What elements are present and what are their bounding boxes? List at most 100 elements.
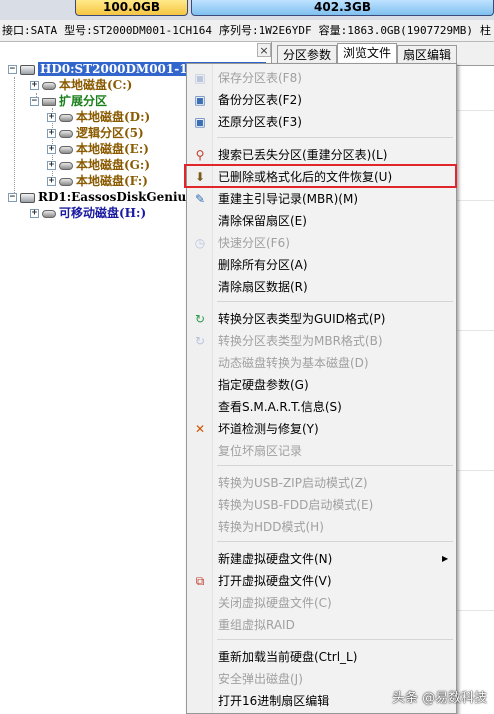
expand-icon[interactable]: + <box>30 209 39 218</box>
partition-segment-2[interactable]: 402.3GB <box>191 0 494 16</box>
menu-item-label: 打开16进制扇区编辑 <box>218 694 330 708</box>
menu-item-bad-sector-repair[interactable]: ✕ 坏道检测与修复(Y) <box>187 418 456 440</box>
menu-item-clear-sector-data[interactable]: 清除扇区数据(R) <box>187 276 456 298</box>
menu-item-search-lost-partitions[interactable]: ⚲ 搜索已丢失分区(重建分区表)(L) <box>187 144 456 166</box>
expand-icon[interactable]: + <box>47 113 56 122</box>
menu-item-label: 转换分区表类型为GUID格式(P) <box>218 312 386 326</box>
menu-item-label: 指定硬盘参数(G) <box>218 378 309 392</box>
menu-item-label: 搜索已丢失分区(重建分区表)(L) <box>218 148 388 162</box>
disk-model: 型号:ST2000DM001-1CH164 <box>64 24 212 37</box>
tree-connector <box>14 77 15 197</box>
menu-item-backup-partition-table[interactable]: ▣ 备份分区表(F2) <box>187 89 456 111</box>
backup-icon: ▣ <box>194 93 206 107</box>
menu-item-label: 转换分区表类型为MBR格式(B) <box>218 334 383 348</box>
menu-separator <box>217 137 453 138</box>
menu-item-label: 查看S.M.A.R.T.信息(S) <box>218 400 342 414</box>
edit-icon: ✎ <box>194 192 206 206</box>
menu-item-dynamic-to-basic: 动态磁盘转换为基本磁盘(D) <box>187 352 456 374</box>
convert-icon: ↻ <box>194 312 206 326</box>
partition-bar: 100.0GB 402.3GB <box>0 0 494 20</box>
volume-icon <box>42 81 56 90</box>
menu-separator <box>217 639 453 640</box>
clock-icon: ◷ <box>194 236 206 250</box>
watermark: 头条 @易数科技 <box>392 691 488 706</box>
volume-icon <box>59 113 73 122</box>
menu-item-clear-reserved-sectors[interactable]: 清除保留扇区(E) <box>187 210 456 232</box>
tools-icon: ✕ <box>194 422 206 436</box>
menu-item-reset-bad-sector-record: 复位坏扇区记录 <box>187 440 456 462</box>
collapse-icon[interactable]: − <box>8 65 17 74</box>
tree-label: 本地磁盘(F:) <box>76 174 148 188</box>
menu-item-rebuild-virtual-raid: 重组虚拟RAID <box>187 614 456 636</box>
menu-item-reload-current-disk[interactable]: 重新加载当前硬盘(Ctrl_L) <box>187 646 456 668</box>
menu-item-delete-all-partitions[interactable]: 删除所有分区(A) <box>187 254 456 276</box>
context-menu: ▣ 保存分区表(F8) ▣ 备份分区表(F2) ▣ 还原分区表(F3) ⚲ 搜索已丢失分区(重… <box>186 63 457 714</box>
expand-icon[interactable]: + <box>30 81 39 90</box>
row-divider <box>456 200 494 201</box>
tree-label: 本地磁盘(C:) <box>59 78 133 92</box>
menu-item-convert-usb-zip: 转换为USB-ZIP启动模式(Z) <box>187 472 456 494</box>
menu-item-view-smart-info[interactable]: 查看S.M.A.R.T.信息(S) <box>187 396 456 418</box>
menu-item-label: 重组虚拟RAID <box>218 618 295 632</box>
menu-item-label: 清除扇区数据(R) <box>218 280 308 294</box>
menu-item-label: 保存分区表(F8) <box>218 71 302 85</box>
disk-capacity: 容量:1863.0GB(1907729MB) <box>318 24 474 37</box>
menu-item-label: 转换为USB-FDD启动模式(E) <box>218 498 374 512</box>
menu-item-specify-disk-params[interactable]: 指定硬盘参数(G) <box>187 374 456 396</box>
menu-separator <box>217 301 453 302</box>
close-icon[interactable]: × <box>257 43 271 57</box>
volume-icon <box>59 161 73 170</box>
menu-item-label: 转换为USB-ZIP启动模式(Z) <box>218 476 368 490</box>
tree-partition-h[interactable]: + 可移动磁盘(H:) <box>30 205 146 221</box>
disk-serial: 序列号:1W2E6YDF <box>218 24 312 37</box>
volume-icon <box>59 177 73 186</box>
menu-item-convert-hdd-mode: 转换为HDD模式(H) <box>187 516 456 538</box>
menu-item-label: 清除保留扇区(E) <box>218 214 307 228</box>
menu-item-save-partition-table: ▣ 保存分区表(F8) <box>187 67 456 89</box>
partition-segment-1[interactable]: 100.0GB <box>75 0 188 16</box>
menu-item-label: 安全弹出磁盘(J) <box>218 672 303 686</box>
menu-item-label: 坏道检测与修复(Y) <box>218 422 319 436</box>
menu-item-label: 关闭虚拟硬盘文件(C) <box>218 596 332 610</box>
hard-disk-icon <box>20 192 35 203</box>
tree-logical-partition[interactable]: + 逻辑分区(5) <box>47 125 144 141</box>
expand-icon[interactable]: + <box>47 161 56 170</box>
tree-label: 本地磁盘(E:) <box>76 142 149 156</box>
volume-icon <box>59 129 73 138</box>
disk-extra: 柱 <box>480 24 492 37</box>
tree-partition-f[interactable]: + 本地磁盘(F:) <box>47 173 148 189</box>
menu-separator <box>217 541 453 542</box>
menu-item-label: 重新加载当前硬盘(Ctrl_L) <box>218 650 358 664</box>
collapse-icon[interactable]: − <box>8 193 17 202</box>
expand-icon[interactable]: + <box>47 177 56 186</box>
tree-extended-partition[interactable]: − 扩展分区 <box>30 93 107 109</box>
menu-item-rebuild-mbr[interactable]: ✎ 重建主引导记录(MBR)(M) <box>187 188 456 210</box>
extended-partition-icon <box>42 97 56 106</box>
menu-item-open-virtual-disk[interactable]: ⧉ 打开虚拟硬盘文件(V) <box>187 570 456 592</box>
menu-item-restore-partition-table[interactable]: ▣ 还原分区表(F3) <box>187 111 456 133</box>
tree-label: RD1:EassosDiskGenius <box>38 190 194 204</box>
menu-item-convert-to-mbr: ↻ 转换分区表类型为MBR格式(B) <box>187 330 456 352</box>
tree-disk-rd1[interactable]: − RD1:EassosDiskGenius <box>8 189 193 205</box>
menu-item-new-virtual-disk[interactable]: 新建虚拟硬盘文件(N) ▶ <box>187 548 456 570</box>
menu-item-label: 还原分区表(F3) <box>218 115 302 129</box>
menu-item-label: 新建虚拟硬盘文件(N) <box>218 552 333 566</box>
collapse-icon[interactable]: − <box>30 97 39 106</box>
highlight-annotation <box>184 164 457 188</box>
tree-partition-c[interactable]: + 本地磁盘(C:) <box>30 77 132 93</box>
tree-partition-e[interactable]: + 本地磁盘(E:) <box>47 141 149 157</box>
row-divider <box>456 330 494 331</box>
menu-item-label: 备份分区表(F2) <box>218 93 302 107</box>
save-icon: ▣ <box>194 71 206 85</box>
menu-item-quick-partition: ◷ 快速分区(F6) <box>187 232 456 254</box>
expand-icon[interactable]: + <box>47 145 56 154</box>
tree-partition-g[interactable]: + 本地磁盘(G:) <box>47 157 150 173</box>
menu-item-label: 重建主引导记录(MBR)(M) <box>218 192 359 206</box>
menu-item-label: 动态磁盘转换为基本磁盘(D) <box>218 356 369 370</box>
menu-item-label: 快速分区(F6) <box>218 236 290 250</box>
tree-label: 本地磁盘(G:) <box>76 158 151 172</box>
tree-partition-d[interactable]: + 本地磁盘(D:) <box>47 109 150 125</box>
expand-icon[interactable]: + <box>47 129 56 138</box>
volume-icon <box>59 145 73 154</box>
menu-item-convert-to-guid[interactable]: ↻ 转换分区表类型为GUID格式(P) <box>187 308 456 330</box>
